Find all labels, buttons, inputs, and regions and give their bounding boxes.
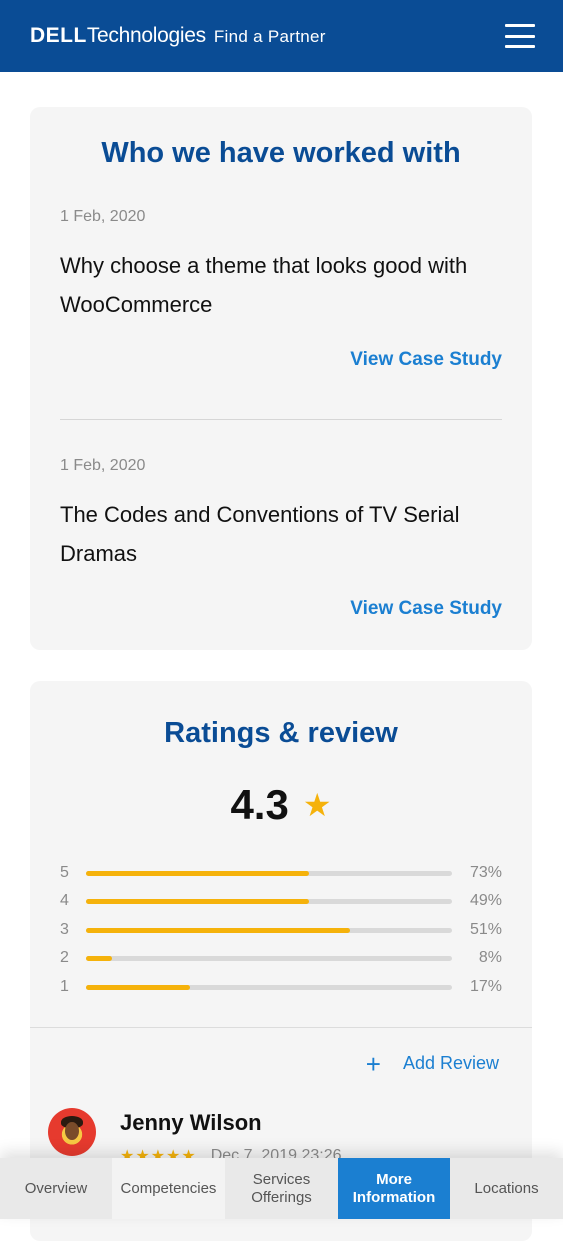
reviewer-name: Jenny Wilson (120, 1110, 262, 1135)
rating-bar-track (86, 984, 452, 990)
hamburger-menu-icon[interactable] (505, 24, 535, 48)
case-date: 1 Feb, 2020 (60, 208, 146, 225)
rating-bar-label: 4 (60, 892, 69, 909)
rating-bar-fill (86, 984, 191, 990)
dell-logo[interactable]: DELL Technologies Find a Partner (30, 24, 326, 48)
tab-services-offerings[interactable]: Services Offerings (225, 1158, 338, 1219)
rating-bar-row: 1 17% (60, 977, 502, 997)
case-title: Why choose a theme that looks good with … (60, 253, 468, 317)
rating-bar-fill (86, 898, 310, 904)
rating-bar-row: 2 8% (60, 948, 502, 968)
ratings-title: Ratings & review (164, 717, 398, 749)
bottom-nav: Overview Competencies Services Offerings… (0, 1158, 563, 1219)
worked-with-card: Who we have worked with 1 Feb, 2020 Why … (30, 107, 532, 650)
star-icon: ★ (302, 787, 332, 823)
tab-more-information[interactable]: More Information (338, 1158, 450, 1219)
rating-bar-fill (86, 870, 310, 876)
rating-bar-track (86, 955, 452, 961)
worked-with-title: Who we have worked with (101, 137, 461, 169)
view-case-study-link[interactable]: View Case Study (350, 598, 502, 620)
tab-overview[interactable]: Overview (0, 1158, 112, 1219)
add-review-button[interactable]: + Add Review (365, 1048, 499, 1079)
tab-competencies[interactable]: Competencies (112, 1158, 225, 1219)
top-header: DELL Technologies Find a Partner (0, 0, 563, 72)
avatar-face (65, 1122, 79, 1140)
rating-value: 4.3 (230, 781, 289, 828)
rating-bar-track (86, 927, 452, 933)
rating-bar-label: 1 (60, 978, 69, 995)
avatar (48, 1108, 96, 1156)
menu-line (505, 34, 535, 38)
menu-line (505, 45, 535, 48)
rating-bar-row: 3 51% (60, 920, 502, 940)
rating-bar-label: 3 (60, 921, 69, 938)
rating-score: 4.3 ★ (30, 781, 532, 829)
case-study-item: 1 Feb, 2020 The Codes and Conventions of… (60, 457, 502, 619)
brand-dell: DELL (30, 24, 87, 47)
case-date: 1 Feb, 2020 (60, 457, 146, 474)
plus-icon: + (365, 1048, 381, 1079)
rating-bar-row: 5 73% (60, 863, 502, 883)
rating-bar-percent: 51% (469, 921, 502, 938)
add-review-label: Add Review (402, 1053, 499, 1073)
rating-bar-label: 2 (60, 949, 69, 966)
rating-bar-percent: 73% (469, 864, 502, 881)
case-study-item: 1 Feb, 2020 Why choose a theme that look… (60, 208, 502, 370)
rating-bar-track (86, 870, 452, 876)
rating-bar-percent: 49% (469, 892, 502, 909)
ratings-card: Ratings & review 4.3 ★ 5 73% 4 49% 3 51% … (30, 681, 532, 1241)
brand-technologies: Technologies (86, 24, 206, 47)
menu-line (505, 24, 535, 27)
view-case-study-link[interactable]: View Case Study (350, 349, 502, 371)
rating-bar-percent: 17% (469, 978, 502, 995)
rating-bar-percent: 8% (478, 949, 502, 966)
rating-bar-row: 4 49% (60, 891, 502, 911)
rating-bar-label: 5 (60, 864, 69, 881)
rating-bar-fill (86, 927, 350, 933)
brand-find-a-partner: Find a Partner (213, 27, 326, 46)
tab-locations[interactable]: Locations (450, 1158, 563, 1219)
ratings-divider (30, 1027, 532, 1028)
case-divider (60, 419, 502, 420)
rating-bar-track (86, 898, 452, 904)
case-title: The Codes and Conventions of TV Serial D… (60, 502, 460, 566)
rating-bar-fill (86, 955, 112, 961)
